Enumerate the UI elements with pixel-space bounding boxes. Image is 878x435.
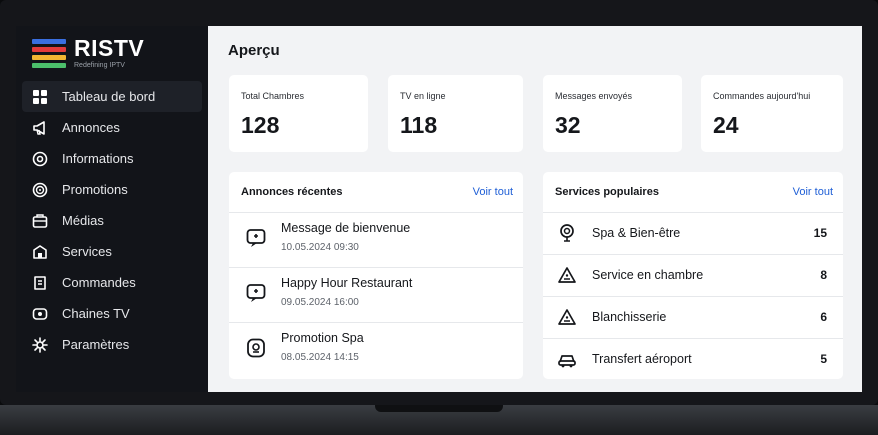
announcement-date: 09.05.2024 16:00 [281, 297, 359, 308]
laptop-notch [375, 405, 503, 412]
message-icon [245, 282, 267, 304]
brand-tagline: Redefining IPTV [74, 62, 125, 69]
sidebar-item-tv-channels[interactable]: Chaines TV [22, 298, 202, 329]
announcement-title: Happy Hour Restaurant [281, 276, 413, 290]
see-all-link[interactable]: Voir tout [793, 186, 833, 198]
sidebar-item-label: Médias [62, 213, 104, 228]
app-screen: RISTV Redefining IPTV Tableau de bord An… [16, 26, 862, 392]
announcement-row[interactable]: Happy Hour Restaurant 09.05.2024 16:00 [229, 268, 523, 323]
brand-logo[interactable]: RISTV Redefining IPTV [32, 34, 144, 72]
promotion-message-icon [245, 337, 267, 359]
sidebar-item-announcements[interactable]: Annonces [22, 112, 202, 143]
message-icon [245, 227, 267, 249]
service-count: 6 [820, 310, 827, 324]
service-name: Transfert aéroport [592, 352, 692, 366]
sidebar-item-informations[interactable]: Informations [22, 143, 202, 174]
sidebar-item-label: Commandes [62, 275, 136, 290]
sidebar-item-orders[interactable]: Commandes [22, 267, 202, 298]
sidebar-item-services[interactable]: Services [22, 236, 202, 267]
info-icon [32, 151, 48, 167]
service-count: 5 [820, 352, 827, 366]
laptop-bezel: RISTV Redefining IPTV Tableau de bord An… [0, 0, 878, 405]
sidebar-item-label: Tableau de bord [62, 89, 156, 104]
service-row[interactable]: Blanchisserie 6 [543, 297, 843, 339]
stat-value: 118 [400, 112, 438, 138]
media-icon [32, 213, 48, 229]
laundry-icon [557, 307, 577, 327]
sidebar-nav: Tableau de bord Annonces Informations Pr… [22, 81, 202, 360]
megaphone-icon [32, 120, 48, 136]
card-header: Annonces récentes Voir tout [229, 172, 523, 213]
announcement-title: Message de bienvenue [281, 221, 411, 235]
recent-announcements-card: Annonces récentes Voir tout Message de b… [229, 172, 523, 379]
settings-icon [32, 336, 48, 353]
main-content: Aperçu Total Chambres 128 TV en ligne 11… [208, 26, 862, 392]
stat-card-tv-online: TV en ligne 118 [388, 75, 523, 152]
service-name: Spa & Bien-être [592, 226, 681, 240]
service-row[interactable]: Spa & Bien-être 15 [543, 213, 843, 255]
sidebar-item-promotions[interactable]: Promotions [22, 174, 202, 205]
stat-label: Messages envoyés [555, 91, 633, 101]
card-title: Services populaires [555, 186, 659, 198]
announcement-row[interactable]: Message de bienvenue 10.05.2024 09:30 [229, 213, 523, 268]
sidebar-item-settings[interactable]: Paramètres [22, 329, 202, 360]
stat-card-orders-today: Commandes aujourd'hui 24 [701, 75, 843, 152]
brand-name: RISTV [74, 35, 145, 61]
car-icon [557, 349, 577, 369]
sidebar-item-label: Promotions [62, 182, 128, 197]
sidebar-item-media[interactable]: Médias [22, 205, 202, 236]
sidebar-item-label: Annonces [62, 120, 120, 135]
services-icon [32, 244, 48, 260]
sidebar-item-label: Services [62, 244, 112, 259]
sidebar-item-dashboard[interactable]: Tableau de bord [22, 81, 202, 112]
service-row[interactable]: Transfert aéroport 5 [543, 339, 843, 379]
page-title: Aperçu [228, 42, 280, 59]
room-service-icon [557, 265, 577, 285]
announcement-row[interactable]: Promotion Spa 08.05.2024 14:15 [229, 323, 523, 377]
stat-label: TV en ligne [400, 91, 446, 101]
stat-value: 32 [555, 112, 581, 138]
promotion-icon [32, 182, 48, 198]
stat-label: Commandes aujourd'hui [713, 91, 811, 101]
spa-icon [557, 223, 577, 243]
see-all-link[interactable]: Voir tout [473, 186, 513, 198]
orders-icon [32, 275, 48, 291]
stat-value: 128 [241, 112, 280, 138]
popular-services-card: Services populaires Voir tout Spa & Bien… [543, 172, 843, 379]
sidebar-item-label: Chaines TV [62, 306, 130, 321]
logo-mark-icon [32, 38, 66, 68]
dashboard-icon [32, 89, 48, 105]
sidebar-item-label: Paramètres [62, 337, 130, 352]
card-header: Services populaires Voir tout [543, 172, 843, 213]
tv-channels-icon [32, 306, 48, 322]
stat-card-messages-sent: Messages envoyés 32 [543, 75, 682, 152]
stat-value: 24 [713, 112, 739, 138]
sidebar: RISTV Redefining IPTV Tableau de bord An… [16, 26, 208, 392]
service-name: Service en chambre [592, 268, 704, 282]
card-title: Annonces récentes [241, 186, 343, 198]
announcement-date: 10.05.2024 09:30 [281, 242, 359, 253]
sidebar-item-label: Informations [62, 151, 134, 166]
laptop-base [0, 405, 878, 435]
stat-label: Total Chambres [241, 91, 305, 101]
announcement-date: 08.05.2024 14:15 [281, 352, 359, 363]
service-row[interactable]: Service en chambre 8 [543, 255, 843, 297]
service-name: Blanchisserie [592, 310, 667, 324]
service-count: 15 [813, 226, 827, 240]
stat-card-total-rooms: Total Chambres 128 [229, 75, 368, 152]
announcement-title: Promotion Spa [281, 331, 364, 345]
service-count: 8 [820, 268, 827, 282]
